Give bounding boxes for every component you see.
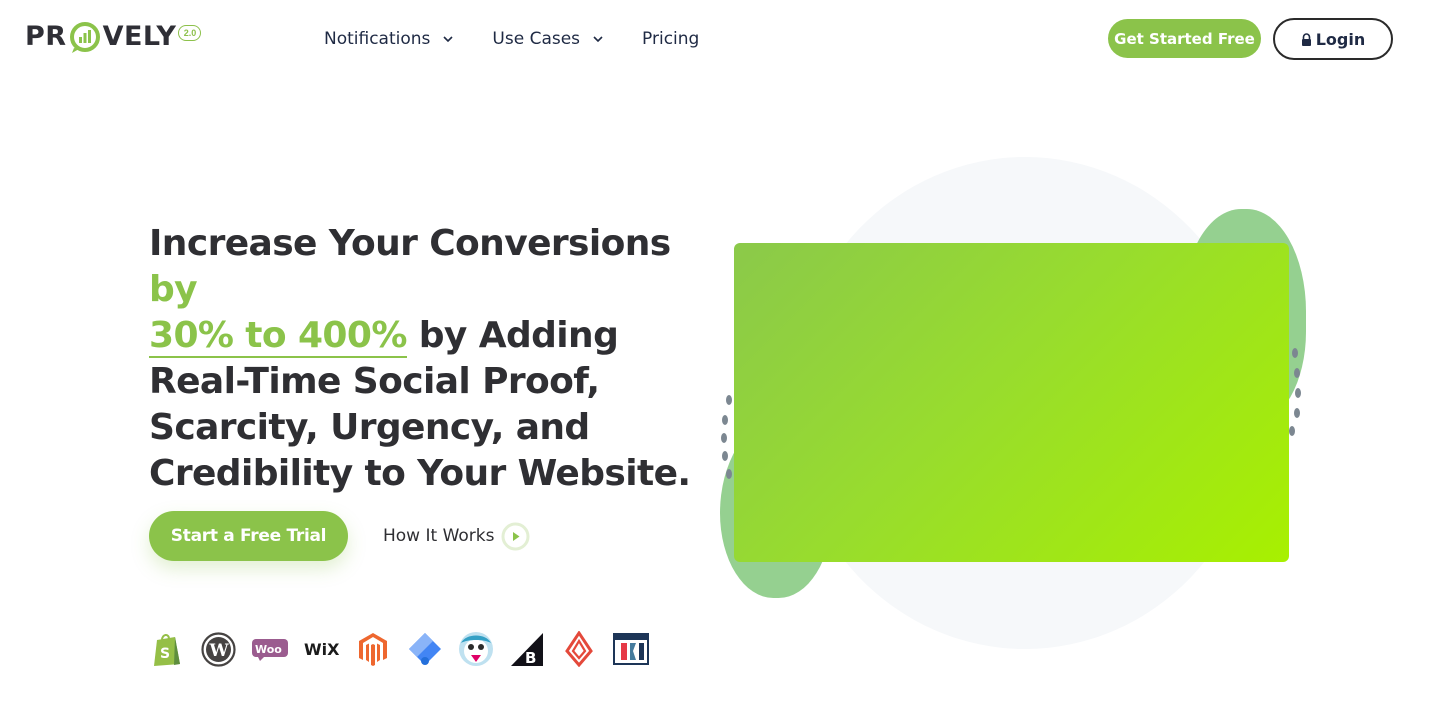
chevron-down-icon bbox=[593, 36, 603, 43]
prestashop-icon bbox=[458, 631, 494, 667]
get-started-button[interactable]: Get Started Free bbox=[1108, 19, 1261, 58]
hero-video-placeholder[interactable] bbox=[734, 243, 1289, 562]
nav-item-label: Notifications bbox=[324, 29, 431, 49]
site-header: PR VELY 2.0 Notifications Use Cases Pric… bbox=[0, 0, 1453, 80]
nav-item-use-cases[interactable]: Use Cases bbox=[492, 26, 604, 52]
headline-highlight-percent: 30% to 400% bbox=[149, 315, 407, 358]
logo-text-right: VELY bbox=[102, 21, 177, 52]
integrations-row: S W Woo WiX B bbox=[149, 631, 664, 667]
headline-highlight-by: by bbox=[149, 269, 198, 310]
nav-item-notifications[interactable]: Notifications bbox=[324, 26, 454, 52]
woocommerce-icon: Woo bbox=[252, 631, 288, 667]
nav-item-pricing[interactable]: Pricing bbox=[642, 26, 699, 52]
login-label: Login bbox=[1315, 29, 1366, 49]
bigcommerce-icon: B bbox=[510, 631, 546, 667]
clickfunnels-icon bbox=[612, 631, 649, 667]
lock-icon bbox=[1301, 32, 1311, 46]
google-tag-manager-icon bbox=[407, 631, 443, 667]
play-icon bbox=[501, 522, 530, 550]
shopify-icon: S bbox=[149, 631, 185, 667]
login-button[interactable]: Login bbox=[1273, 18, 1393, 60]
svg-text:S: S bbox=[160, 646, 170, 662]
version-badge: 2.0 bbox=[178, 25, 202, 41]
chat-bars-icon bbox=[69, 22, 100, 53]
svg-text:Woo: Woo bbox=[255, 643, 282, 656]
magento-icon bbox=[355, 631, 391, 667]
main-nav: Notifications Use Cases Pricing bbox=[324, 26, 737, 52]
nav-item-label: Use Cases bbox=[492, 29, 581, 49]
chevron-down-icon bbox=[443, 36, 453, 43]
lightspeed-icon bbox=[561, 631, 597, 667]
hero-headline: Increase Your Conversions by 30% to 400% … bbox=[149, 221, 719, 497]
wix-icon: WiX bbox=[304, 631, 340, 667]
logo-wordmark: PR VELY bbox=[25, 18, 176, 56]
logo-text-left: PR bbox=[25, 21, 67, 52]
svg-text:WiX: WiX bbox=[304, 640, 340, 659]
start-free-trial-button[interactable]: Start a Free Trial bbox=[149, 511, 348, 561]
provely-logo[interactable]: PR VELY 2.0 bbox=[25, 18, 202, 56]
how-it-works-label: How It Works bbox=[383, 526, 495, 546]
headline-text-1: Increase Your Conversions bbox=[149, 223, 671, 264]
wordpress-icon: W bbox=[201, 631, 237, 667]
nav-item-label: Pricing bbox=[642, 29, 700, 49]
dots-decoration-left bbox=[721, 395, 732, 479]
how-it-works-link[interactable]: How It Works bbox=[383, 521, 530, 551]
svg-text:W: W bbox=[209, 641, 230, 661]
svg-text:B: B bbox=[525, 649, 536, 666]
